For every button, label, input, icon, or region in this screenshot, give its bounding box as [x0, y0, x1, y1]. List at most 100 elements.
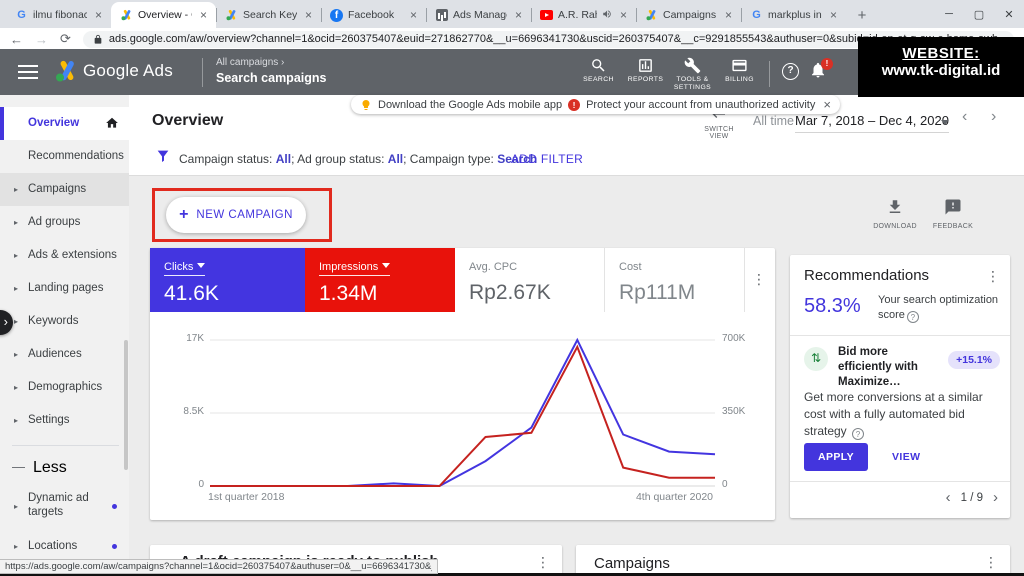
metric-tile-impressions[interactable]: Impressions 1.34M	[305, 248, 455, 312]
ads-manager-favicon	[436, 9, 448, 21]
x-axis-label-end: 4th quarter 2020	[636, 491, 713, 503]
browser-tab-5[interactable]: A.R. Rahman, T ×	[531, 2, 636, 28]
bidding-arrows-icon: ⇅	[804, 347, 828, 371]
sidebar-less-toggle[interactable]: — Less	[0, 454, 129, 482]
expand-caret-icon: ▸	[14, 218, 18, 227]
close-tab-icon[interactable]: ×	[197, 8, 210, 22]
close-tab-icon[interactable]: ×	[827, 8, 840, 22]
card-menu-icon[interactable]: ⋮	[536, 555, 550, 569]
google-ads-favicon	[120, 9, 133, 22]
metric-tile-cost[interactable]: Cost Rp111M	[605, 248, 745, 312]
product-name: Google Ads	[83, 61, 173, 81]
recommendation-item-body: Get more conversions at a similar cost w…	[804, 389, 996, 440]
back-icon[interactable]: ←	[10, 32, 23, 47]
chart-line-impressions	[210, 347, 715, 486]
prev-page-icon[interactable]: ‹	[946, 489, 951, 506]
new-tab-button[interactable]: +	[850, 4, 874, 28]
status-url: https://ads.google.com/aw/campaigns?chan…	[5, 561, 432, 572]
help-icon[interactable]: ?	[852, 428, 864, 440]
browser-tab-active[interactable]: Overview - Getrich ×	[111, 2, 216, 28]
sidebar-item-recommendations[interactable]: Recommendations	[0, 140, 129, 173]
tab-audio-icon[interactable]	[602, 6, 612, 24]
divider	[202, 58, 203, 87]
date-preset-label: All time	[753, 114, 794, 128]
recommendation-item-title[interactable]: Bid more efficiently with Maximize…	[838, 345, 944, 390]
metric-tile-avg-cpc[interactable]: Avg. CPC Rp2.67K	[455, 248, 605, 312]
date-range-selector[interactable]: Mar 7, 2018 – Dec 4, 2020	[795, 113, 949, 133]
card-menu-icon[interactable]: ⋮	[986, 269, 1000, 283]
nav-billing[interactable]: BILLING	[716, 53, 763, 84]
browser-tab-4[interactable]: Ads Manager - Ma ×	[426, 2, 531, 28]
maximize-window-icon[interactable]: ▢	[964, 0, 994, 28]
sidebar-scrollbar[interactable]	[124, 340, 128, 470]
sidebar-item-ad-groups[interactable]: ▸ Ad groups	[0, 206, 129, 239]
card-menu-icon[interactable]: ⋮	[984, 555, 998, 569]
recommendations-card: Recommendations ⋮ 58.3% Your search opti…	[790, 255, 1010, 518]
close-icon[interactable]: ×	[823, 97, 831, 112]
filter-summary[interactable]: Campaign status: All; Ad group status: A…	[179, 152, 537, 166]
reload-icon[interactable]: ⟳	[60, 31, 71, 47]
add-filter-button[interactable]: ADD FILTER	[511, 152, 583, 166]
close-tab-icon[interactable]: ×	[302, 8, 315, 22]
card-menu-icon[interactable]: ⋮	[752, 272, 766, 286]
sidebar-item-dynamic-ad-targets[interactable]: ▸ Dynamic ad targets	[0, 482, 129, 530]
recommendations-title: Recommendations	[804, 267, 929, 284]
download-button[interactable]: DOWNLOAD	[867, 198, 923, 230]
chevron-down-icon[interactable]	[941, 120, 949, 125]
promo-message[interactable]: Download the Google Ads mobile app	[378, 99, 562, 111]
facebook-favicon: f	[330, 9, 343, 22]
browser-tab-2[interactable]: Search Keywords - ×	[216, 2, 321, 28]
sidebar-item-landing-pages[interactable]: ▸ Landing pages	[0, 272, 129, 305]
close-window-icon[interactable]: ✕	[994, 0, 1024, 28]
minimize-window-icon[interactable]: ─	[934, 0, 964, 28]
prev-period-icon[interactable]: ‹	[962, 108, 967, 126]
website-watermark: WEBSITE: www.tk-digital.id	[858, 37, 1024, 97]
sidebar-item-demographics[interactable]: ▸ Demographics	[0, 371, 129, 404]
breadcrumb-current: Search campaigns	[216, 71, 326, 85]
apply-button[interactable]: APPLY	[804, 443, 868, 471]
download-icon	[886, 198, 904, 216]
sidebar-item-overview[interactable]: Overview	[0, 107, 129, 140]
feedback-button[interactable]: FEEDBACK	[925, 198, 981, 230]
google-ads-logo-icon[interactable]	[55, 59, 79, 88]
close-tab-icon[interactable]: ×	[92, 8, 105, 22]
browser-tab-7[interactable]: G markplus inc - Go ×	[741, 2, 846, 28]
close-tab-icon[interactable]: ×	[617, 8, 630, 22]
close-tab-icon[interactable]: ×	[512, 8, 525, 22]
help-icon[interactable]: ?	[782, 63, 799, 80]
browser-tab-3[interactable]: f Facebook ×	[321, 2, 426, 28]
performance-chart: 17K 8.5K 0 700K 350K 0 1st quarter 2018 …	[150, 318, 775, 518]
forward-icon[interactable]: →	[35, 32, 48, 47]
nav-search[interactable]: SEARCH	[575, 53, 622, 84]
reports-icon	[637, 57, 654, 74]
nav-reports[interactable]: REPORTS	[622, 53, 669, 84]
breadcrumb-parent[interactable]: All campaigns ›	[216, 57, 284, 68]
notifications-bell[interactable]: !	[809, 61, 827, 84]
uplift-badge: +15.1%	[948, 351, 1000, 369]
chart-canvas	[150, 318, 775, 518]
expand-caret-icon: ▸	[14, 502, 18, 511]
alert-message[interactable]: Protect your account from unauthorized a…	[586, 99, 815, 111]
browser-tab-0[interactable]: G ilmu fibonacci ada ×	[6, 2, 111, 28]
menu-hamburger-icon[interactable]	[18, 65, 38, 79]
performance-card: Clicks 41.6K Impressions 1.34M Avg. CPC …	[150, 248, 775, 520]
next-period-icon[interactable]: ›	[991, 108, 996, 126]
browser-tab-6[interactable]: Campaigns - Getri ×	[636, 2, 741, 28]
lightbulb-icon	[360, 99, 372, 111]
metric-tile-clicks[interactable]: Clicks 41.6K	[150, 248, 305, 312]
sidebar-item-keywords[interactable]: ▸ Keywords	[0, 305, 129, 338]
view-button[interactable]: VIEW	[882, 443, 930, 471]
sidebar-item-settings[interactable]: ▸ Settings	[0, 404, 129, 437]
google-favicon: G	[15, 9, 28, 22]
close-tab-icon[interactable]: ×	[407, 8, 420, 22]
sidebar-item-ads-extensions[interactable]: ▸ Ads & extensions	[0, 239, 129, 272]
nav-tools-settings[interactable]: TOOLS & SETTINGS	[669, 53, 716, 93]
close-tab-icon[interactable]: ×	[722, 8, 735, 22]
sidebar-item-audiences[interactable]: ▸ Audiences	[0, 338, 129, 371]
sidebar-item-campaigns[interactable]: ▸ Campaigns	[0, 173, 129, 206]
help-icon[interactable]: ?	[907, 311, 919, 323]
campaigns-card-title: Campaigns	[594, 555, 670, 572]
recommendations-pager: ‹ 1 / 9 ›	[946, 489, 998, 506]
google-ads-favicon	[225, 9, 238, 22]
next-page-icon[interactable]: ›	[993, 489, 998, 506]
